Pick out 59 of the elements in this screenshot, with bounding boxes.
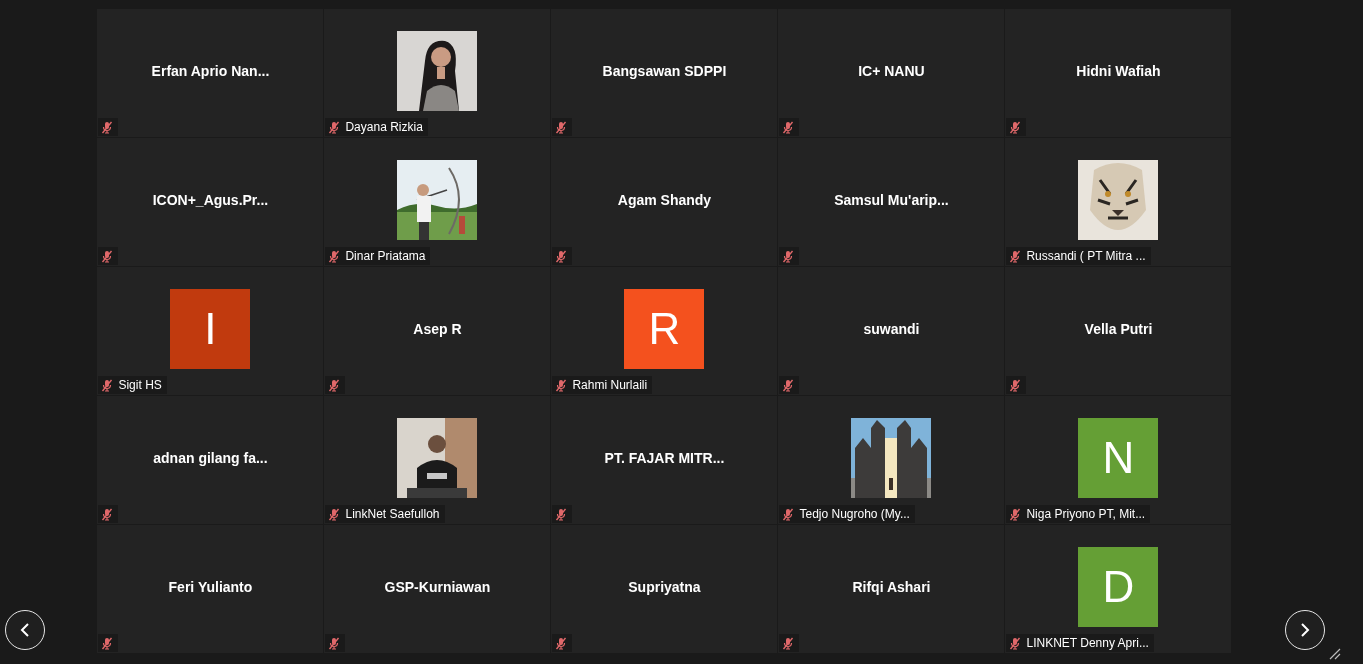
participant-name: Bangsawan SDPPI [602, 63, 727, 79]
muted-mic-icon [555, 120, 568, 134]
participant-name: Agam Shandy [617, 192, 712, 208]
next-page-button[interactable] [1285, 610, 1326, 650]
muted-mic-icon [1009, 507, 1022, 521]
participant-name: Niga Priyono PT, Mit... [1026, 507, 1146, 521]
participant-name: Vella Putri [1084, 321, 1153, 337]
resize-grip-icon[interactable] [1329, 648, 1341, 660]
muted-mic-icon [328, 636, 341, 650]
participant-name: Rifqi Ashari [852, 579, 931, 595]
participant-name: ICON+_Agus.Pr... [152, 192, 269, 208]
muted-mic-icon [782, 249, 795, 263]
muted-mic-icon [101, 378, 114, 392]
participant-name: Feri Yulianto [168, 579, 253, 595]
muted-mic-icon [1009, 378, 1022, 392]
muted-mic-icon [782, 636, 795, 650]
muted-mic-icon [782, 120, 795, 134]
participant-name: Erfan Aprio Nan... [151, 63, 270, 79]
participant-name: PT. FAJAR MITR... [604, 450, 725, 466]
avatar-initial: N [1102, 433, 1135, 483]
participant-name: suwandi [863, 321, 920, 337]
participant-name: Tedjo Nugroho (My... [799, 507, 910, 521]
muted-mic-icon [328, 249, 341, 263]
muted-mic-icon [782, 378, 795, 392]
muted-mic-icon [328, 378, 341, 392]
chevron-right-icon [1300, 623, 1311, 637]
participant-name: Asep R [413, 321, 462, 337]
muted-mic-icon [555, 378, 568, 392]
participant-name: Supriyatna [628, 579, 701, 595]
participant-name: adnan gilang fa... [153, 450, 268, 466]
muted-mic-icon [101, 636, 114, 650]
avatar-initial: R [648, 304, 681, 354]
previous-page-button[interactable] [5, 610, 45, 650]
muted-mic-icon [1009, 120, 1022, 134]
participant-name: Hidni Wafiah [1076, 63, 1161, 79]
avatar-initial: I [204, 304, 217, 354]
participant-name: Sigit HS [118, 378, 162, 392]
muted-mic-icon [1009, 249, 1022, 263]
muted-mic-icon [101, 507, 114, 521]
participant-name: IC+ NANU [858, 63, 925, 79]
muted-mic-icon [555, 249, 568, 263]
participant-name: Rahmi Nurlaili [572, 378, 648, 392]
chevron-left-icon [20, 623, 30, 637]
participant-name: Dinar Priatama [345, 249, 426, 263]
muted-mic-icon [555, 507, 568, 521]
participant-name: Russandi ( PT Mitra ... [1026, 249, 1146, 263]
participant-name: GSP-Kurniawan [384, 579, 491, 595]
participant-name: LinkNet Saefulloh [345, 507, 440, 521]
participant-name: Samsul Mu'arip... [834, 192, 949, 208]
muted-mic-icon [328, 120, 341, 134]
muted-mic-icon [101, 120, 114, 134]
muted-mic-icon [328, 507, 341, 521]
muted-mic-icon [782, 507, 795, 521]
muted-mic-icon [101, 249, 114, 263]
participant-name: LINKNET Denny Apri... [1026, 636, 1149, 650]
avatar-initial: D [1102, 562, 1135, 612]
muted-mic-icon [1009, 636, 1022, 650]
participant-name: Dayana Rizkia [345, 120, 423, 134]
muted-mic-icon [555, 636, 568, 650]
